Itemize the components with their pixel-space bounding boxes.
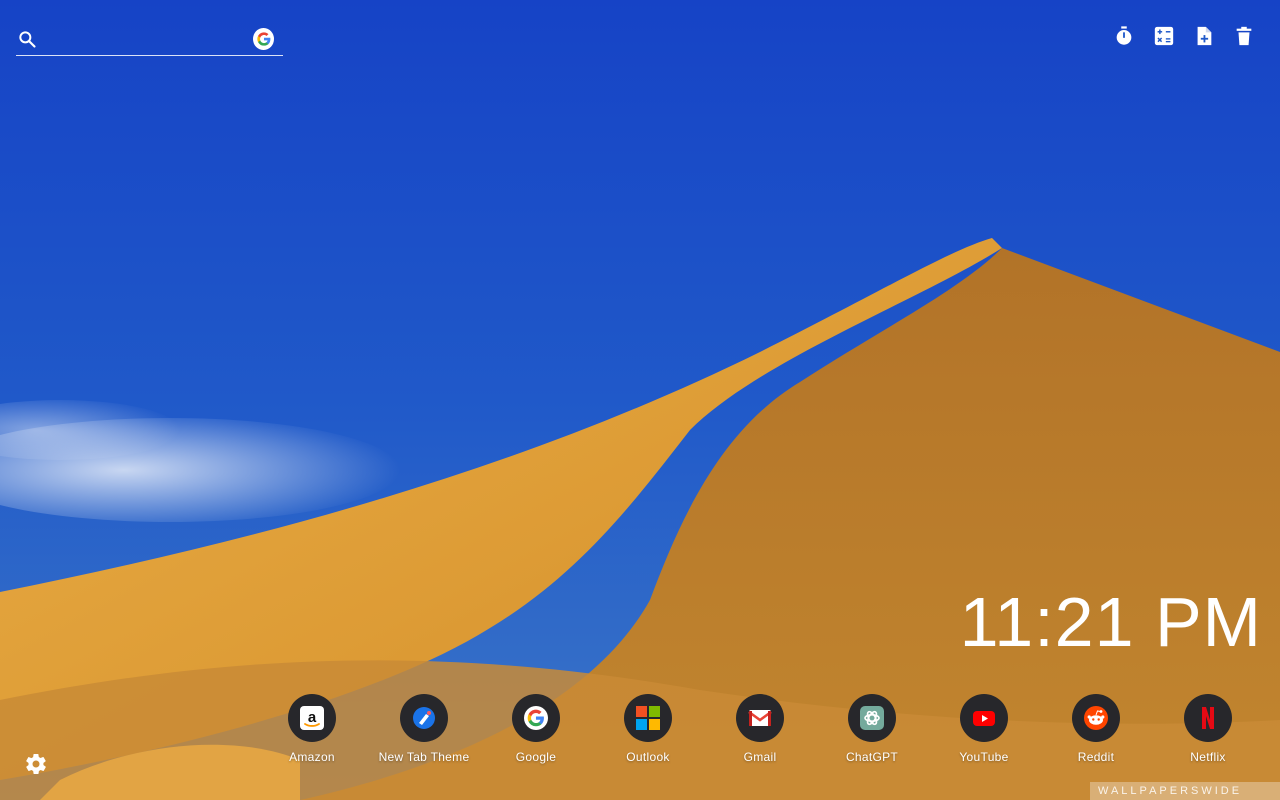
search-icon[interactable] — [16, 27, 38, 51]
shortcut-label: Google — [515, 750, 557, 764]
timer-icon[interactable] — [1112, 24, 1136, 48]
search-input[interactable] — [44, 23, 248, 54]
shortcut-gmail[interactable]: Gmail — [704, 694, 816, 764]
shortcut-label: Outlook — [626, 750, 670, 764]
shortcut-outlook[interactable]: Outlook — [592, 694, 704, 764]
shortcut-youtube[interactable]: YouTube — [928, 694, 1040, 764]
google-g-icon[interactable] — [253, 27, 274, 50]
settings-button[interactable] — [24, 752, 48, 776]
chatgpt-icon — [860, 706, 884, 730]
amazon-icon: a — [300, 706, 324, 730]
shortcut-reddit[interactable]: Reddit — [1040, 694, 1152, 764]
wallpaper-watermark: WALLPAPERSWIDE — [1090, 782, 1280, 800]
wallpaper-desert-dune — [0, 0, 1280, 800]
google-icon — [524, 706, 548, 730]
trash-icon[interactable] — [1232, 24, 1256, 48]
shortcut-label: Reddit — [1077, 750, 1115, 764]
shortcut-label: New Tab Theme — [378, 750, 470, 764]
shortcut-label: YouTube — [959, 750, 1009, 764]
new-tab-theme-icon — [413, 707, 435, 729]
shortcut-label: Netflix — [1190, 750, 1226, 764]
shortcuts-dock: a Amazon New Tab Theme Google Outlook Gm… — [256, 694, 1264, 764]
shortcut-netflix[interactable]: Netflix — [1152, 694, 1264, 764]
shortcut-label: ChatGPT — [845, 750, 899, 764]
shortcut-new-tab-theme[interactable]: New Tab Theme — [368, 694, 480, 764]
outlook-icon — [636, 706, 660, 730]
shortcut-label: Amazon — [289, 750, 335, 764]
calculator-icon[interactable] — [1152, 24, 1176, 48]
shortcut-label: Gmail — [743, 750, 777, 764]
gmail-icon — [748, 710, 772, 726]
shortcut-amazon[interactable]: a Amazon — [256, 694, 368, 764]
reddit-icon — [1084, 706, 1108, 730]
netflix-icon — [1202, 707, 1214, 729]
shortcut-chatgpt[interactable]: ChatGPT — [816, 694, 928, 764]
svg-text:a: a — [308, 709, 317, 726]
clock-display: 11:21 PM — [959, 583, 1262, 661]
note-add-icon[interactable] — [1192, 24, 1216, 48]
top-toolbar — [1112, 24, 1256, 48]
youtube-icon — [973, 711, 995, 726]
shortcut-google[interactable]: Google — [480, 694, 592, 764]
search-bar — [16, 22, 283, 56]
gear-icon — [26, 754, 46, 775]
